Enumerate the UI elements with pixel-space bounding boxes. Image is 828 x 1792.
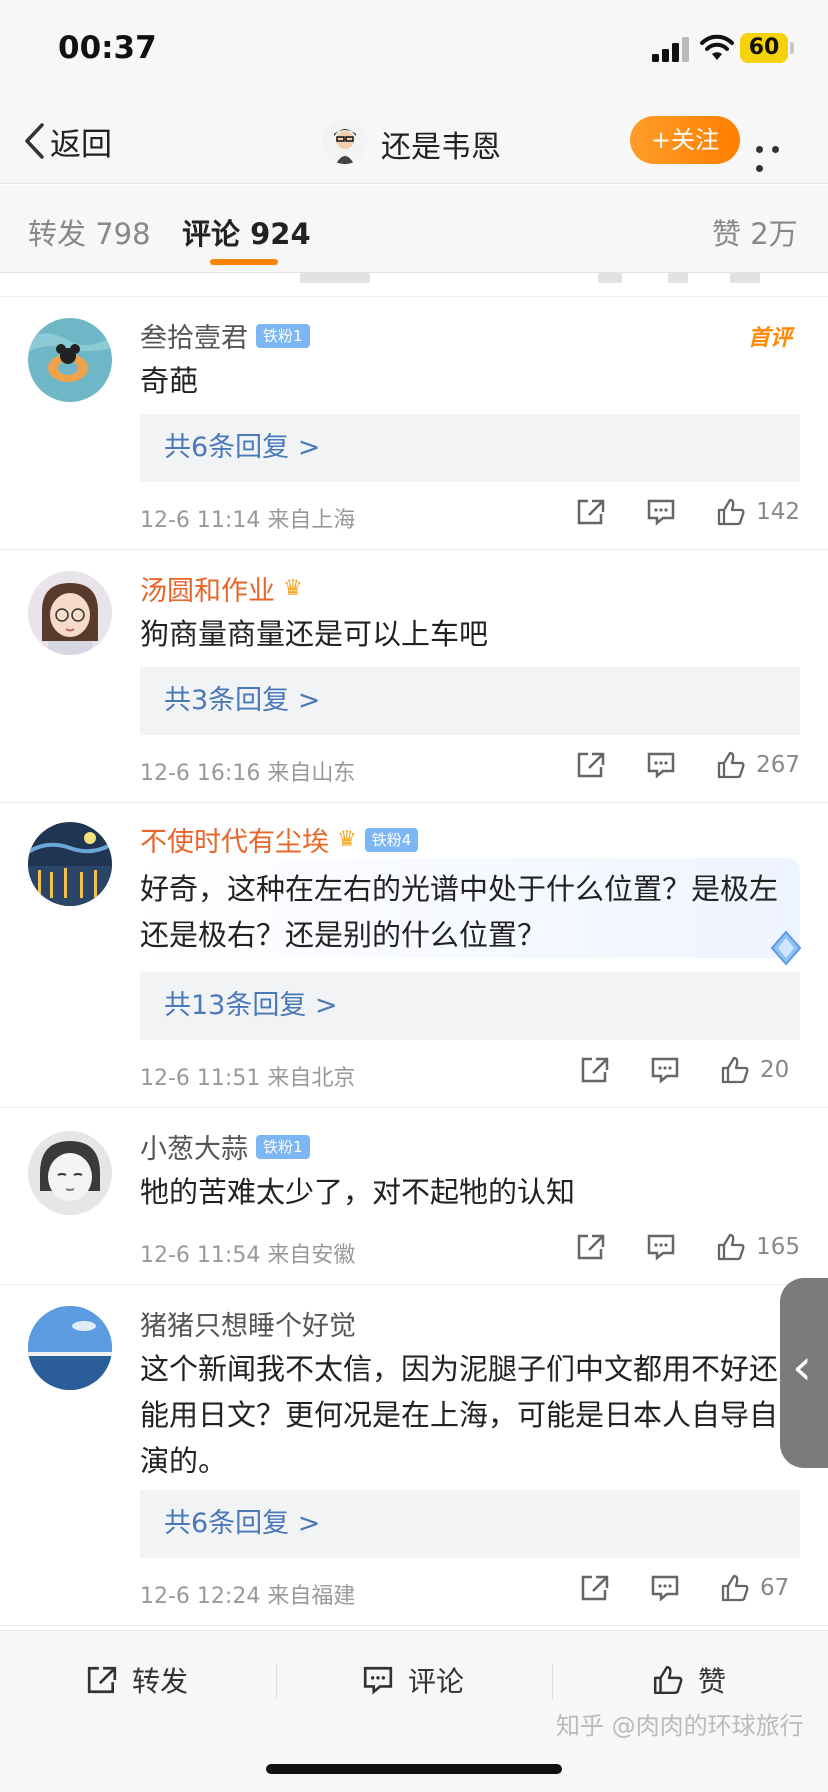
share-icon[interactable]	[580, 1574, 610, 1602]
share-icon[interactable]	[576, 751, 606, 779]
comment-location: 来自山东	[267, 761, 356, 786]
view-replies-link[interactable]: 共6条回复 >	[140, 414, 800, 482]
fan-badge: 铁粉1	[256, 1134, 310, 1159]
like-count: 67	[760, 1575, 790, 1601]
tab-comments[interactable]: 评论 924	[182, 211, 311, 253]
thumbs-up-icon[interactable]	[716, 1233, 746, 1261]
comment-text: 奇葩	[140, 364, 199, 398]
wifi-icon	[700, 34, 734, 60]
comment-item: 汤圆和作业 ♛ 狗商量商量还是可以上车吧 共3条回复 > 12-6 16:16 …	[0, 551, 828, 803]
comment-time: 12-6 11:54	[140, 1243, 261, 1268]
watermark: 知乎 @肉肉的环球旅行	[556, 1712, 804, 1740]
share-icon[interactable]	[576, 498, 606, 526]
chevron-left-icon	[25, 123, 44, 159]
user-avatar[interactable]	[322, 118, 368, 164]
comment-location: 来自上海	[267, 508, 356, 533]
battery-indicator: 60	[740, 33, 788, 63]
thumbs-up-icon[interactable]	[716, 751, 746, 779]
comment-item: 猪猪只想睡个好觉 这个新闻我不太信，因为泥腿子们中文都用不好还能用日文？更何况是…	[0, 1286, 828, 1626]
like-count: 142	[756, 499, 800, 525]
like-count: 267	[756, 752, 800, 778]
tab-bar: 转发 798 评论 924 赞 2万	[0, 185, 828, 273]
comment-text: 这个新闻我不太信，因为泥腿子们中文都用不好还能用日文？更何况是在上海，可能是日本…	[140, 1352, 779, 1478]
comment-text: 狗商量商量还是可以上车吧	[140, 617, 489, 651]
chevron-left-icon: ‹	[792, 1338, 812, 1396]
comment-item: 叁拾壹君 铁粉1 首评 奇葩 共6条回复 > 12-6 11:14 来自上海 1…	[0, 298, 828, 550]
tab-likes[interactable]: 赞 2万	[712, 211, 798, 253]
status-time: 00:37	[58, 30, 157, 66]
view-replies-link[interactable]: 共13条回复 >	[140, 972, 800, 1040]
thumbs-up-icon[interactable]	[720, 1574, 750, 1602]
comment-icon	[363, 1666, 393, 1695]
thumbs-up-icon[interactable]	[720, 1056, 750, 1084]
fan-badge: 铁粉4	[364, 827, 419, 852]
comment-icon[interactable]	[646, 498, 676, 526]
share-icon[interactable]	[580, 1056, 610, 1084]
view-replies-link[interactable]: 共6条回复 >	[140, 1490, 800, 1558]
share-icon[interactable]	[576, 1233, 606, 1261]
commenter-avatar[interactable]	[28, 822, 112, 906]
more-options-icon[interactable]	[756, 138, 802, 172]
repost-button[interactable]: 转发	[86, 1657, 188, 1703]
back-label: 返回	[50, 126, 112, 163]
side-drawer-handle[interactable]: ‹	[780, 1278, 828, 1468]
comment-location: 来自安徽	[267, 1243, 356, 1268]
comment-time: 12-6 12:24	[140, 1584, 261, 1609]
comment-location: 来自福建	[267, 1584, 356, 1609]
like-label: 赞	[698, 1665, 727, 1698]
divider	[276, 1663, 277, 1699]
like-count: 20	[760, 1057, 790, 1083]
commenter-avatar[interactable]	[28, 1131, 112, 1215]
comment-text: 牠的苦难太少了，对不起牠的认知	[140, 1175, 576, 1209]
battery-tip	[790, 42, 794, 54]
commenter-avatar[interactable]	[28, 571, 112, 655]
comment-icon[interactable]	[646, 751, 676, 779]
comment-text: 好奇，这种在左右的光谱中处于什么位置？是极左还是极右？还是别的什么位置？	[140, 872, 779, 952]
share-icon	[87, 1666, 117, 1694]
comment-time: 12-6 16:16	[140, 761, 261, 786]
thumbs-up-icon	[653, 1665, 683, 1695]
comment-icon[interactable]	[646, 1233, 676, 1261]
repost-label: 转发	[132, 1665, 189, 1698]
tab-repost[interactable]: 转发 798	[28, 211, 151, 253]
follow-button[interactable]: +关注	[630, 116, 740, 164]
like-button[interactable]: 赞	[652, 1657, 726, 1703]
commenter-avatar[interactable]	[28, 1306, 112, 1390]
comment-time: 12-6 11:14	[140, 508, 261, 533]
like-count: 165	[756, 1234, 800, 1260]
home-indicator[interactable]	[266, 1764, 562, 1774]
comment-button[interactable]: 评论	[362, 1657, 464, 1703]
thumbs-up-icon[interactable]	[716, 498, 746, 526]
page-title: 还是韦恩	[381, 130, 501, 165]
fan-badge: 铁粉1	[256, 323, 310, 348]
commenter-name[interactable]: 叁拾壹君	[140, 316, 248, 355]
commenter-name[interactable]: 不使时代有尘埃	[140, 820, 329, 859]
commenter-name[interactable]: 汤圆和作业	[140, 569, 275, 608]
back-button[interactable]: 返回	[22, 118, 112, 164]
first-comment-badge: 首评	[747, 326, 792, 351]
comment-item: 小葱大蒜 铁粉1 牠的苦难太少了，对不起牠的认知 12-6 11:54 来自安徽…	[0, 1109, 828, 1285]
commenter-avatar[interactable]	[28, 318, 112, 402]
top-nav: 返回 还是韦恩 +关注	[0, 100, 828, 184]
commenter-name[interactable]: 猪猪只想睡个好觉	[140, 1304, 356, 1343]
divider	[552, 1663, 553, 1699]
cellular-signal-icon	[652, 37, 689, 62]
crown-icon: ♛	[283, 576, 303, 601]
comment-location: 来自北京	[267, 1066, 356, 1091]
diamond-icon	[770, 930, 802, 966]
commenter-name[interactable]: 小葱大蒜	[140, 1127, 248, 1166]
scrolled-content-edge	[0, 273, 828, 297]
crown-icon: ♛	[337, 827, 357, 852]
comment-label: 评论	[408, 1665, 465, 1698]
comment-icon[interactable]	[650, 1056, 680, 1084]
status-bar: 00:37 60	[0, 0, 828, 100]
comment-time: 12-6 11:51	[140, 1066, 261, 1091]
comment-item: 不使时代有尘埃 ♛ 铁粉4 好奇，这种在左右的光谱中处于什么位置？是极左还是极右…	[0, 804, 828, 1108]
comment-icon[interactable]	[650, 1574, 680, 1602]
view-replies-link[interactable]: 共3条回复 >	[140, 667, 800, 735]
active-tab-indicator	[210, 259, 278, 265]
